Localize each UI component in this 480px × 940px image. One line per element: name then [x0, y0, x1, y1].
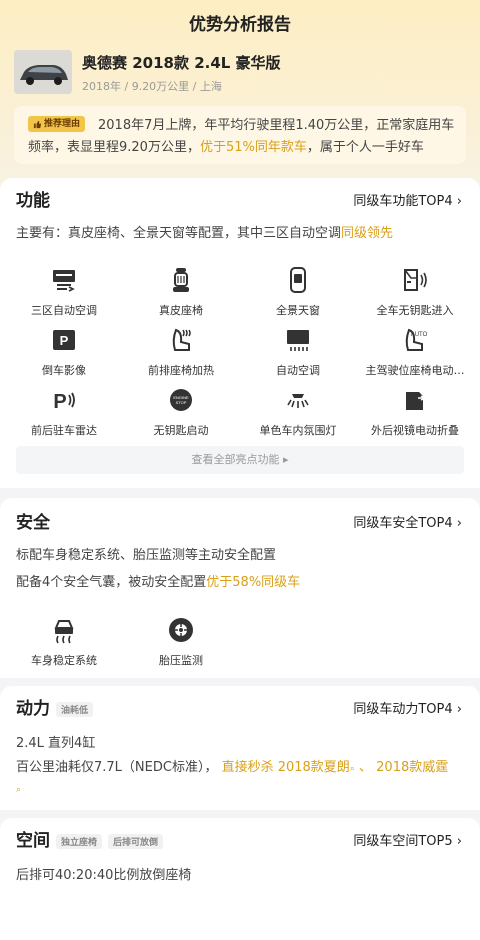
- feature-label: 外后视镜电动折叠: [371, 424, 459, 437]
- stability-icon: [54, 620, 74, 644]
- svg-text:P: P: [60, 333, 69, 348]
- feature-tire-pressure[interactable]: 胎压监测: [131, 616, 231, 668]
- feature-seat-heating[interactable]: 前排座椅加热: [131, 326, 231, 378]
- search-icon: ⌕: [16, 785, 22, 795]
- reason-highlight: 优于51%同年款车: [199, 140, 307, 155]
- power-title: 动力 油耗低: [16, 694, 94, 719]
- space-tag-1: 独立座椅: [56, 833, 103, 849]
- feature-stability[interactable]: 车身稳定系统: [14, 616, 114, 668]
- safety-title: 安全: [16, 513, 50, 533]
- feature-label: 真皮座椅: [159, 304, 203, 317]
- feature-keyless-start[interactable]: ENGINE STOP 无钥匙启动: [131, 386, 231, 438]
- function-title: 功能: [16, 191, 50, 211]
- feature-seat[interactable]: 真皮座椅: [131, 266, 231, 318]
- page-title: 优势分析报告: [189, 15, 291, 35]
- feature-mirror-fold[interactable]: 外后视镜电动折叠: [365, 386, 465, 438]
- feature-label: 主驾驶位座椅电动…: [365, 364, 465, 377]
- feature-label: 全景天窗: [276, 304, 320, 317]
- tire-pressure-icon: [169, 618, 193, 642]
- feature-label: 单色车内氛围灯: [259, 424, 337, 437]
- car-name: 奥德赛 2018款 2.4L 豪华版: [82, 54, 281, 72]
- ambient-light-icon: [287, 394, 309, 408]
- space-title: 空间 独立座椅 后排可放倒: [16, 826, 164, 851]
- space-desc: 后排可40:20:40比例放倒座椅: [16, 868, 192, 883]
- reason-text: 2018年7月上牌，年平均行驶里程1.40万公里，正常家庭用车频率，表显里程9.…: [28, 118, 455, 155]
- svg-text:P: P: [53, 391, 66, 413]
- svg-text:AUTO: AUTO: [411, 332, 428, 338]
- safety-line1: 标配车身稳定系统、胎压监测等主动安全配置: [16, 548, 277, 563]
- feature-label: 自动空调: [276, 364, 320, 377]
- function-desc: 主要有：真皮座椅、全景天窗等配置，其中三区自动空调同级领先: [16, 226, 394, 241]
- svg-text:STOP: STOP: [176, 400, 187, 405]
- keyless-entry-icon: [404, 269, 427, 291]
- feature-ambient-light[interactable]: 单色车内氛围灯: [248, 386, 348, 438]
- car-meta: 2018年 / 9.20万公里 / 上海: [82, 80, 222, 93]
- parking-radar-icon: P: [53, 391, 75, 413]
- rival-link-2[interactable]: 2018款威霆: [376, 760, 448, 775]
- engine-spec: 2.4L 直列4缸: [16, 736, 96, 751]
- view-all-features-button[interactable]: 查看全部亮点功能 ▸: [16, 446, 464, 474]
- climate-icon: [53, 270, 75, 292]
- seat-icon: [173, 268, 189, 292]
- space-tag-2: 后排可放倒: [108, 833, 164, 849]
- power-tag: 油耗低: [56, 701, 94, 717]
- feature-label: 倒车影像: [42, 364, 86, 377]
- feature-label: 无钥匙启动: [153, 424, 209, 437]
- fuel-desc: 百公里油耗仅7.7L（NEDC标准）， 直接秒杀 2018款夏朗⌕ 、 2018…: [16, 760, 449, 795]
- keyless-start-icon: ENGINESTOP: [170, 389, 192, 411]
- seat-heating-icon: [172, 328, 191, 351]
- feature-label: 全车无钥匙进入: [376, 304, 454, 317]
- feature-reverse-camera[interactable]: P 倒车影像: [14, 326, 114, 378]
- sunroof-icon: [290, 267, 306, 293]
- function-top-link[interactable]: 同级车功能TOP4 ›: [353, 190, 462, 209]
- reverse-camera-icon: P: [53, 330, 75, 350]
- safety-line2: 配备4个安全气囊，被动安全配置优于58%同级车: [16, 575, 301, 590]
- feature-label: 前后驻车雷达: [31, 424, 97, 437]
- feature-keyless-entry[interactable]: 全车无钥匙进入: [365, 266, 465, 318]
- feature-sunroof[interactable]: 全景天窗: [248, 266, 348, 318]
- feature-auto-ac[interactable]: 自动空调: [248, 326, 348, 378]
- power-top-link[interactable]: 同级车动力TOP4 ›: [353, 698, 462, 717]
- power-card: 动力 油耗低 同级车动力TOP4 › 2.4L 直列4缸 百公里油耗仅7.7L（N…: [0, 686, 480, 810]
- thumbs-up-icon: [33, 120, 42, 128]
- feature-power-seat[interactable]: AUTO 主驾驶位座椅电动…: [365, 326, 465, 378]
- rival-link-1[interactable]: 直接秒杀 2018款夏朗⌕: [222, 760, 355, 775]
- space-top-link[interactable]: 同级车空间TOP5 ›: [353, 830, 462, 849]
- recommend-reason: 2018年7月上牌，年平均行驶里程1.40万公里，正常家庭用车频率，表显里程9.…: [14, 106, 466, 164]
- safety-top-link[interactable]: 同级车安全TOP4 ›: [353, 512, 462, 531]
- power-seat-icon: AUTO: [405, 328, 428, 351]
- mirror-fold-icon: [406, 392, 427, 410]
- feature-label: 三区自动空调: [31, 304, 97, 317]
- auto-ac-icon: [287, 330, 309, 351]
- recommend-tag: 推荐理由: [28, 116, 86, 132]
- feature-label: 前排座椅加热: [148, 364, 214, 377]
- feature-parking-radar[interactable]: P 前后驻车雷达: [14, 386, 114, 438]
- feature-climate[interactable]: 三区自动空调: [14, 266, 114, 318]
- car-thumbnail[interactable]: [14, 50, 72, 94]
- space-card: 空间 独立座椅 后排可放倒 同级车空间TOP5 › 后排可40:20:40比例放倒座…: [0, 818, 480, 940]
